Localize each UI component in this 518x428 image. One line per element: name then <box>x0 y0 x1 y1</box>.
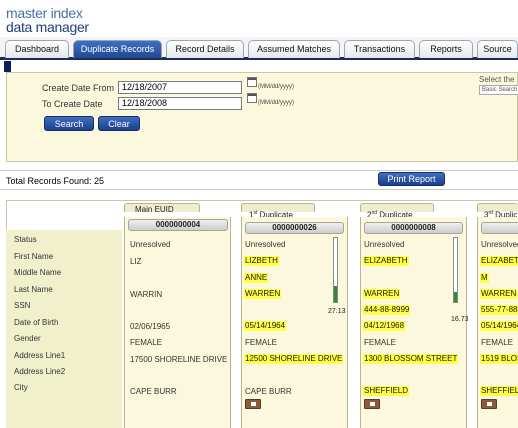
label-address1: Address Line1 <box>14 351 66 360</box>
dup1-address1: 12500 SHORELINE DRIVE <box>244 354 344 364</box>
dup2-ssn: 444-88-8999 <box>363 305 411 315</box>
label-dob: Date of Birth <box>14 318 59 327</box>
select-search-label: Select the <box>479 75 515 84</box>
dup2-dob: 04/12/1968 <box>363 321 406 331</box>
clear-button[interactable]: Clear <box>98 116 140 131</box>
divider <box>0 189 518 190</box>
tab-bar: Dashboard Duplicate Records Record Detai… <box>0 37 518 60</box>
dup2-gender: FEMALE <box>364 338 397 347</box>
dup1-status: Unresolved <box>245 240 286 249</box>
dup2-city: SHEFFIELD <box>363 386 410 396</box>
main-dob: 02/06/1965 <box>130 322 171 331</box>
main-first-name: LIZ <box>130 257 142 266</box>
search-type-select[interactable]: Basic Search <box>479 85 518 95</box>
label-last-name: Last Name <box>14 285 53 294</box>
search-button[interactable]: Search <box>44 116 94 131</box>
dup1-match-score: 27.13 <box>328 308 346 315</box>
label-gender: Gender <box>14 334 41 343</box>
label-city: City <box>14 383 28 392</box>
dup2-address1: 1300 BLOSSOM STREET <box>363 354 459 364</box>
dup3-ssn: 555-77-8899 <box>480 305 518 315</box>
tab-source[interactable]: Source <box>477 40 518 58</box>
duplicate-3-euid-badge[interactable] <box>481 222 518 234</box>
to-create-date-input[interactable]: 12/18/2008 <box>118 97 242 110</box>
print-report-button[interactable]: Print Report <box>378 172 445 186</box>
main-euid-title: Main EUID <box>135 205 174 214</box>
label-status: Status <box>14 235 37 244</box>
dup3-first-name: ELIZABETH <box>480 256 518 266</box>
dup1-merge-icon[interactable] <box>245 399 261 409</box>
dup3-dob: 05/14/1964 <box>480 321 518 331</box>
date-format-hint: (MM/dd/yyyy) <box>258 100 294 106</box>
dup3-address1: 1519 BLOSS <box>480 354 518 364</box>
main-city: CAPE BURR <box>130 387 177 396</box>
dup1-middle-name: ANNE <box>244 273 269 283</box>
dup2-merge-icon[interactable] <box>364 399 380 409</box>
main-last-name: WARRIN <box>130 290 163 299</box>
label-address2: Address Line2 <box>14 367 66 376</box>
dup2-match-score: 16.73 <box>451 316 469 323</box>
dup2-match-bar <box>453 237 458 303</box>
dup1-last-name: WARREN <box>244 289 282 299</box>
dup1-match-bar <box>333 237 338 303</box>
main-status: Unresolved <box>130 240 171 249</box>
duplicate-1-euid-badge[interactable]: 0000000026 <box>245 222 344 234</box>
dup3-last-name: WARREN <box>480 289 518 299</box>
label-middle-name: Middle Name <box>14 268 62 277</box>
logo-line1: master index <box>6 5 83 21</box>
dup3-status: Unresolved <box>481 240 518 249</box>
dup3-city: SHEFFIELD <box>480 386 518 396</box>
tab-assumed-matches[interactable]: Assumed Matches <box>248 40 340 58</box>
main-gender: FEMALE <box>130 338 163 347</box>
calendar-icon[interactable] <box>247 93 257 103</box>
tab-reports[interactable]: Reports <box>419 40 473 58</box>
label-first-name: First Name <box>14 252 54 261</box>
dup1-first-name: LIZBETH <box>244 256 279 266</box>
divider <box>0 170 518 171</box>
logo-line2: data manager <box>6 19 89 35</box>
dup1-dob: 05/14/1964 <box>244 321 287 331</box>
total-records: Total Records Found: 25 <box>6 176 105 186</box>
create-date-from-input[interactable]: 12/18/2007 <box>118 81 242 94</box>
dup3-middle-name: M <box>480 273 489 283</box>
calendar-icon[interactable] <box>247 77 257 87</box>
main-address1: 17500 SHORELINE DRIVE <box>130 355 228 364</box>
app-logo: master index data manager <box>6 6 89 34</box>
dup1-gender: FEMALE <box>245 338 278 347</box>
search-panel: Create Date From 12/18/2007 (MM/dd/yyyy)… <box>6 72 518 162</box>
tab-record-details[interactable]: Record Details <box>166 40 244 58</box>
to-create-date-label: To Create Date <box>42 99 103 109</box>
dup2-status: Unresolved <box>364 240 405 249</box>
collapse-marker <box>4 61 11 72</box>
dup3-merge-icon[interactable] <box>481 399 497 409</box>
label-ssn: SSN <box>14 301 31 310</box>
main-euid-badge[interactable]: 0000000004 <box>128 219 228 231</box>
create-date-from-label: Create Date From <box>42 83 115 93</box>
tab-transactions[interactable]: Transactions <box>344 40 415 58</box>
tab-dashboard[interactable]: Dashboard <box>5 40 69 58</box>
dup1-city: CAPE BURR <box>245 387 292 396</box>
dup2-last-name: WARREN <box>363 289 401 299</box>
dup2-first-name: ELIZABETH <box>363 256 409 266</box>
dup3-gender: FEMALE <box>481 338 514 347</box>
duplicate-2-euid-badge[interactable]: 0000000008 <box>364 222 463 234</box>
tab-duplicate-records[interactable]: Duplicate Records <box>73 40 162 58</box>
date-format-hint: (MM/dd/yyyy) <box>258 84 294 90</box>
